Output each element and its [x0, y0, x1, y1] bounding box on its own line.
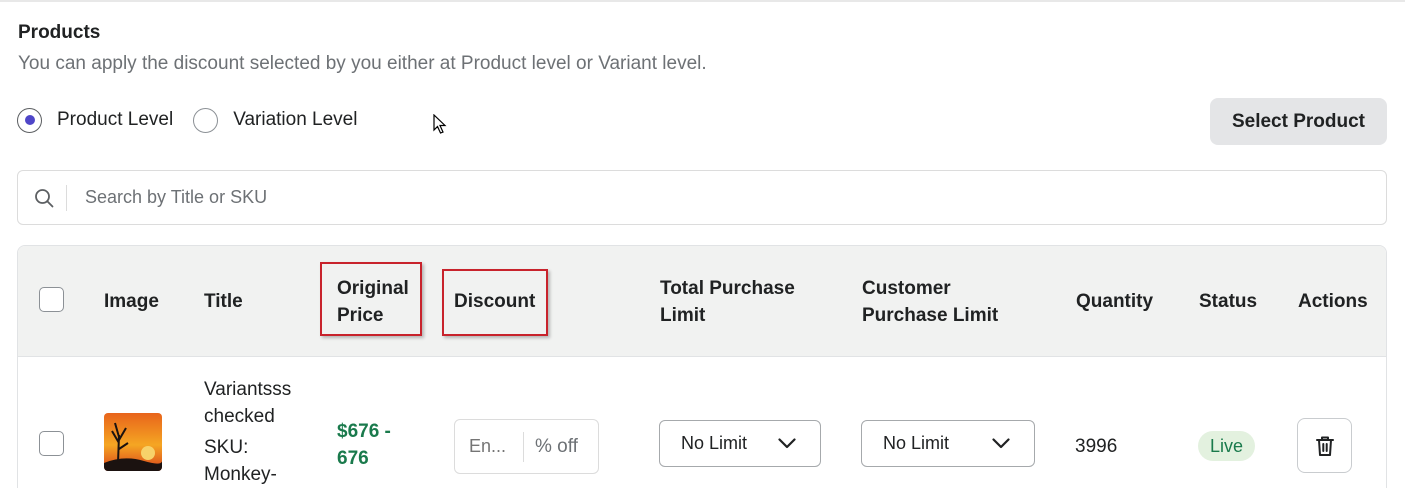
discount-field[interactable]: % off — [454, 419, 599, 474]
search-input[interactable] — [85, 187, 685, 208]
status-badge: Live — [1198, 431, 1255, 461]
row-sku-value: Monkey- — [204, 464, 277, 485]
table-header: Image Title Original Price Discount Tota… — [18, 246, 1386, 357]
row-checkbox[interactable] — [39, 431, 64, 456]
row-price-line1: $676 - — [337, 421, 391, 442]
column-header-status: Status — [1199, 291, 1258, 312]
chevron-down-icon — [778, 438, 796, 449]
row-title: Variantsss checked SKU: Monkey- — [204, 376, 291, 488]
annotation-box-original-price — [320, 262, 422, 336]
discount-input[interactable] — [455, 436, 523, 457]
variation-level-label[interactable]: Variation Level — [233, 109, 357, 131]
customer-purchase-limit-value: No Limit — [883, 433, 950, 453]
column-header-total-limit-line2: Limit — [660, 305, 706, 326]
delete-button[interactable] — [1297, 418, 1352, 473]
column-header-actions: Actions — [1298, 291, 1368, 312]
variation-level-radio[interactable] — [193, 107, 219, 133]
row-sku-label: SKU: — [204, 437, 249, 458]
customer-purchase-limit-select[interactable]: No Limit — [861, 420, 1035, 467]
products-table: Image Title Original Price Discount Tota… — [17, 245, 1387, 488]
column-header-customer-purchase-limit: Customer Purchase Limit — [862, 275, 998, 329]
product-level-label[interactable]: Product Level — [57, 109, 173, 131]
search-icon — [35, 188, 54, 207]
column-header-total-purchase-limit: Total Purchase Limit — [660, 275, 795, 329]
row-original-price: $676 - 676 — [337, 418, 391, 472]
row-title-line1: Variantsss — [204, 379, 292, 400]
column-header-title: Title — [204, 291, 243, 312]
chevron-down-icon — [992, 438, 1010, 449]
row-title-line2: checked — [204, 406, 275, 427]
search-bar[interactable] — [17, 170, 1387, 225]
row-price-line2: 676 — [337, 448, 369, 469]
product-level-radio[interactable] — [17, 107, 42, 133]
trash-icon — [1315, 436, 1334, 456]
column-header-customer-limit-line1: Customer — [862, 278, 951, 299]
search-divider — [66, 184, 67, 211]
total-purchase-limit-select[interactable]: No Limit — [659, 420, 821, 467]
level-radio-group: Product Level Variation Level — [17, 107, 377, 133]
top-divider — [0, 0, 1405, 2]
column-header-customer-limit-line2: Purchase Limit — [862, 305, 999, 326]
section-description: You can apply the discount selected by y… — [18, 53, 707, 74]
column-header-image: Image — [104, 291, 159, 312]
section-title: Products — [18, 22, 101, 43]
column-header-quantity: Quantity — [1076, 291, 1154, 312]
select-all-checkbox[interactable] — [39, 287, 64, 312]
cursor-icon — [433, 114, 447, 134]
select-product-button[interactable]: Select Product — [1210, 98, 1387, 145]
annotation-box-discount — [442, 269, 548, 336]
discount-suffix-divider — [523, 431, 524, 462]
column-header-total-limit-line1: Total Purchase — [660, 278, 795, 299]
row-quantity: 3996 — [1075, 436, 1118, 457]
product-thumbnail — [104, 413, 162, 471]
radio-dot — [24, 115, 35, 125]
total-purchase-limit-value: No Limit — [681, 433, 748, 453]
discount-suffix: % off — [535, 435, 578, 457]
